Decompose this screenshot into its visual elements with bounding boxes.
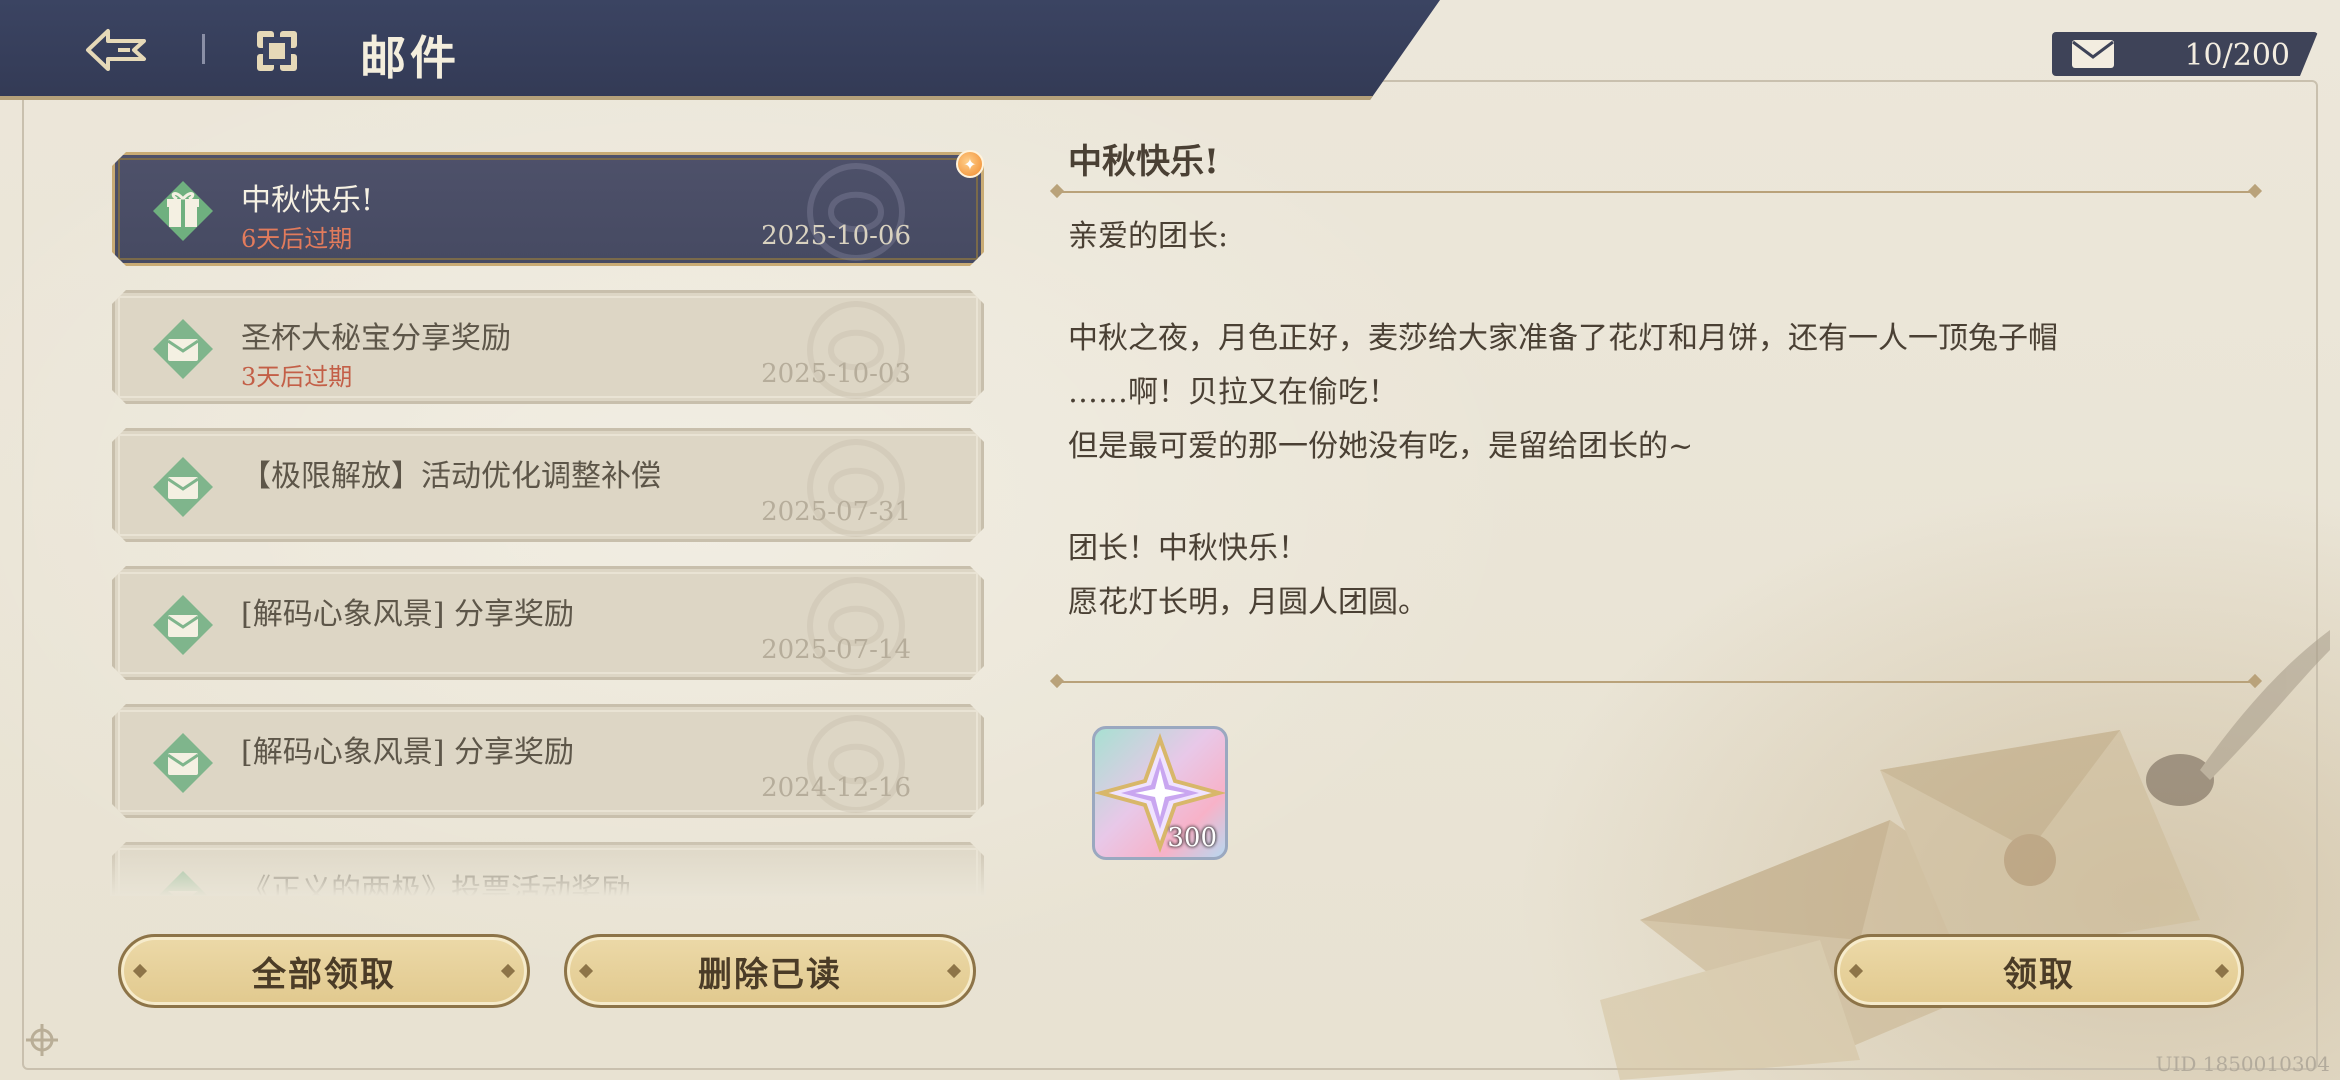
- gift-icon: [151, 179, 215, 243]
- mail-list-item[interactable]: 《正义的两极》投票活动奖励: [112, 842, 984, 896]
- mail-list-item[interactable]: 圣杯大秘宝分享奖励 3天后过期 2025-10-03: [112, 290, 984, 404]
- back-arrow-icon: [86, 29, 146, 71]
- mail-date: 2024-12-16: [761, 773, 911, 803]
- uid-label: UID 1850010304: [2155, 1052, 2330, 1076]
- mail-date: 2025-10-06: [761, 221, 911, 251]
- mail-body-line: ……啊！贝拉又在偷吃！: [1068, 375, 1398, 410]
- envelope-quill-illustration: [1600, 630, 2330, 1080]
- mail-body-line: 中秋之夜，月色正好，麦莎给大家准备了花灯和月饼，还有一人一顶兔子帽: [1068, 321, 2058, 356]
- mail-greeting: 亲爱的团长:: [1068, 219, 1229, 254]
- mail-body-line: 团长！中秋快乐！: [1068, 531, 1308, 566]
- back-button[interactable]: [80, 22, 152, 78]
- mail-icon: [151, 593, 215, 657]
- header-bar: 邮件: [0, 0, 1440, 100]
- mail-expire-text: 6天后过期: [241, 225, 353, 253]
- header-divider: [202, 34, 205, 64]
- envelope-icon: [2070, 38, 2116, 70]
- mail-count-badge: 10/200: [2052, 32, 2318, 76]
- mail-date: 2025-10-03: [761, 359, 911, 389]
- reward-quantity: 300: [1167, 823, 1217, 853]
- mail-icon: [151, 731, 215, 795]
- mail-icon: [151, 317, 215, 381]
- detail-top-divider: [1056, 191, 2256, 193]
- mail-title: 中秋快乐!: [241, 183, 374, 218]
- mail-count-text: 10/200: [2184, 38, 2290, 73]
- mail-list[interactable]: 中秋快乐! 6天后过期 2025-10-06 圣杯大秘宝分享奖励 3天后过期 2…: [110, 150, 986, 896]
- mail-list-item[interactable]: [解码心象风景] 分享奖励 2024-12-16: [112, 704, 984, 818]
- claim-button[interactable]: 领取: [1834, 934, 2244, 1008]
- corner-ornament-icon: [26, 1024, 58, 1056]
- mail-detail-title: 中秋快乐!: [1068, 142, 1219, 182]
- new-mail-indicator-icon: ✦: [956, 150, 984, 178]
- mail-title: 【极限解放】活动优化调整补偿: [241, 459, 661, 494]
- mail-icon: [151, 869, 215, 896]
- mail-date: 2025-07-31: [761, 497, 911, 527]
- reward-item[interactable]: 300: [1092, 726, 1228, 860]
- detail-bottom-divider: [1056, 681, 2256, 683]
- mail-body-line: 但是最可爱的那一份她没有吃，是留给团长的~: [1068, 429, 1694, 464]
- page-title: 邮件: [360, 31, 460, 85]
- mail-date: 2025-07-14: [761, 635, 911, 665]
- mail-title: [解码心象风景] 分享奖励: [241, 597, 574, 632]
- mail-list-item[interactable]: 【极限解放】活动优化调整补偿 2025-07-31: [112, 428, 984, 542]
- mail-body-line: 愿花灯长明，月圆人团圆。: [1068, 585, 1428, 620]
- mail-expire-text: 3天后过期: [241, 363, 353, 391]
- mail-title: 《正义的两极》投票活动奖励: [241, 873, 631, 896]
- mail-menu-icon: [257, 31, 297, 71]
- mail-list-item[interactable]: 中秋快乐! 6天后过期 2025-10-06: [112, 152, 984, 266]
- mail-icon: [151, 455, 215, 519]
- mail-title: [解码心象风景] 分享奖励: [241, 735, 574, 770]
- delete-read-button[interactable]: 删除已读: [564, 934, 976, 1008]
- mail-list-item[interactable]: [解码心象风景] 分享奖励 2025-07-14: [112, 566, 984, 680]
- claim-all-button[interactable]: 全部领取: [118, 934, 530, 1008]
- mail-title: 圣杯大秘宝分享奖励: [241, 321, 511, 356]
